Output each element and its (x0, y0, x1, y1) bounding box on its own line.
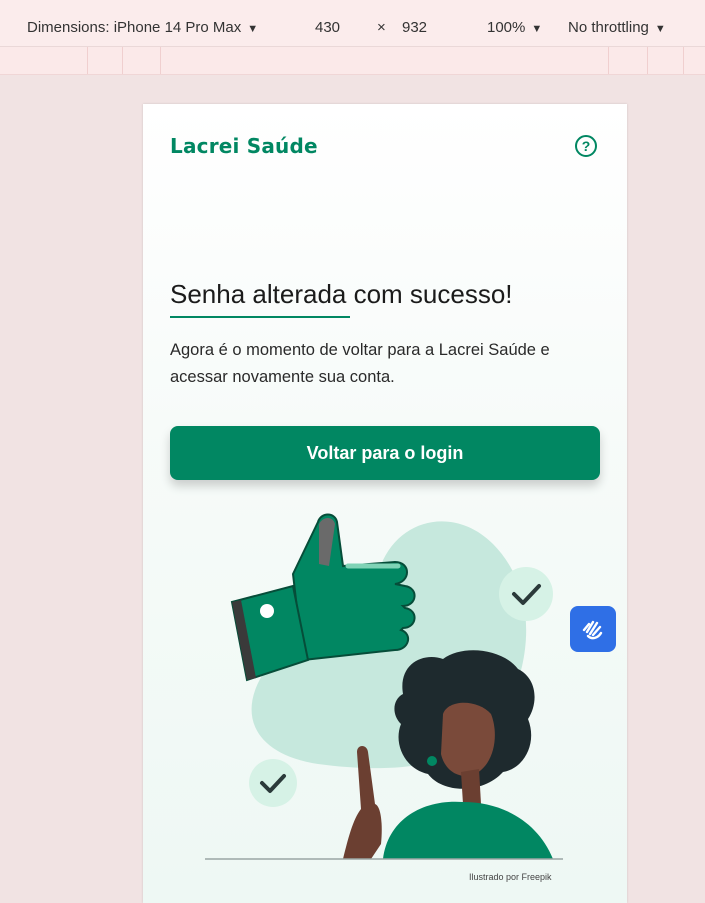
success-illustration (205, 513, 563, 860)
chevron-down-icon: ▼ (654, 23, 666, 35)
illustration-credit: Ilustrado por Freepik (469, 872, 552, 882)
width-input[interactable]: 430 (315, 19, 340, 36)
check-icon (499, 567, 553, 621)
check-icon (249, 759, 297, 807)
device-dimensions-dropdown[interactable]: Dimensions: iPhone 14 Pro Max ▼ (27, 19, 258, 36)
devtools-device-toolbar: Dimensions: iPhone 14 Pro Max ▼ 430 × 932… (0, 0, 705, 47)
device-viewport: Lacrei Saúde ? Senha alterada com sucess… (143, 104, 627, 903)
zoom-value: 100% (487, 19, 526, 36)
zoom-dropdown[interactable]: 100% ▼ (487, 19, 542, 36)
height-input[interactable]: 932 (402, 19, 427, 36)
throttling-value: No throttling (568, 19, 649, 36)
throttling-dropdown[interactable]: No throttling ▼ (568, 19, 666, 36)
chevron-down-icon: ▼ (531, 23, 543, 35)
chevron-down-icon: ▼ (247, 23, 259, 35)
device-label: Dimensions: iPhone 14 Pro Max (27, 19, 242, 36)
media-query-ruler (0, 47, 705, 75)
times-sign: × (377, 19, 386, 36)
sign-language-icon[interactable] (570, 606, 616, 652)
